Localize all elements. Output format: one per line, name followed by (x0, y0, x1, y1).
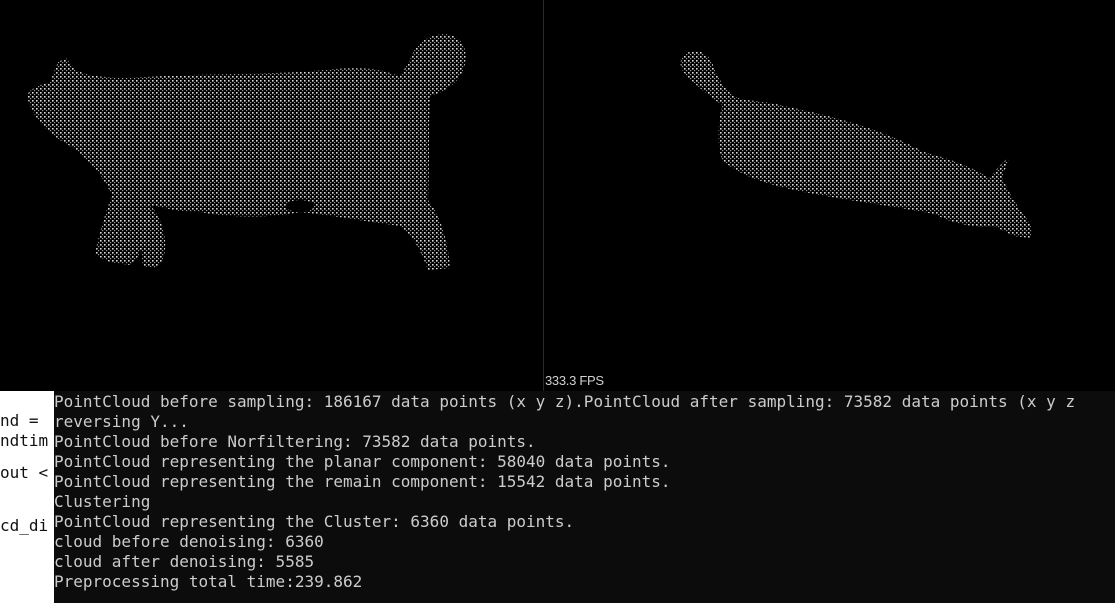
editor-line: cd_di (0, 516, 49, 535)
viewer-left-viewport[interactable] (0, 0, 543, 391)
pig-side-point-cloud (27, 34, 466, 270)
console-output[interactable]: PointCloud before sampling: 186167 data … (54, 391, 1115, 603)
console-line: PointCloud representing the remain compo… (54, 472, 671, 491)
editor-line: ndtim (0, 431, 49, 450)
editor-line: out < (0, 463, 49, 482)
console-line: PointCloud before Norfiltering: 73582 da… (54, 432, 536, 451)
console-line: PointCloud before sampling: 186167 data … (54, 392, 1076, 411)
console-line: PointCloud representing the planar compo… (54, 452, 671, 471)
console-line: cloud after denoising: 5585 (54, 552, 315, 571)
fps-counter: 333.3 FPS (545, 373, 604, 388)
viewer-right-viewport[interactable] (544, 0, 1115, 391)
console-line: Preprocessing total time:239.862 (54, 572, 363, 591)
code-editor-pane[interactable]: nd = ndtim out < cd_di (0, 391, 54, 603)
pig-top-point-cloud (680, 50, 1032, 239)
console-line: reversing Y... (54, 412, 189, 431)
console-line: Clustering (54, 492, 151, 511)
console-line: cloud before denoising: 6360 (54, 532, 324, 551)
console-line: PointCloud representing the Cluster: 636… (54, 512, 575, 531)
editor-line: nd = (0, 411, 39, 430)
